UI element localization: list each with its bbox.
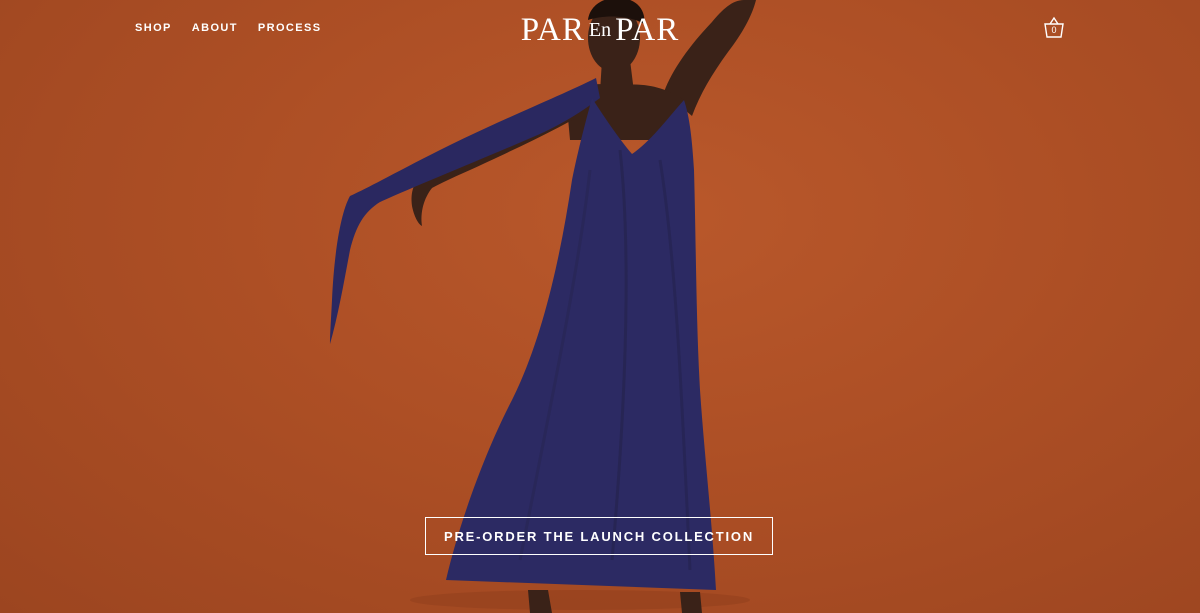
cart-button[interactable]: 0 bbox=[1042, 16, 1066, 40]
cart-count: 0 bbox=[1051, 25, 1057, 35]
logo-part-2: En bbox=[588, 19, 612, 41]
main-nav: SHOP ABOUT PROCESS bbox=[135, 22, 341, 34]
brand-logo[interactable]: PAR En PAR bbox=[495, 12, 705, 49]
logo-part-3: PAR bbox=[615, 12, 680, 48]
nav-shop-link[interactable]: SHOP bbox=[135, 22, 172, 34]
logo-part-1: PAR bbox=[520, 12, 585, 48]
preorder-button[interactable]: PRE-ORDER THE LAUNCH COLLECTION bbox=[425, 517, 773, 555]
nav-process-link[interactable]: PROCESS bbox=[258, 22, 322, 34]
nav-about-link[interactable]: ABOUT bbox=[192, 22, 238, 34]
